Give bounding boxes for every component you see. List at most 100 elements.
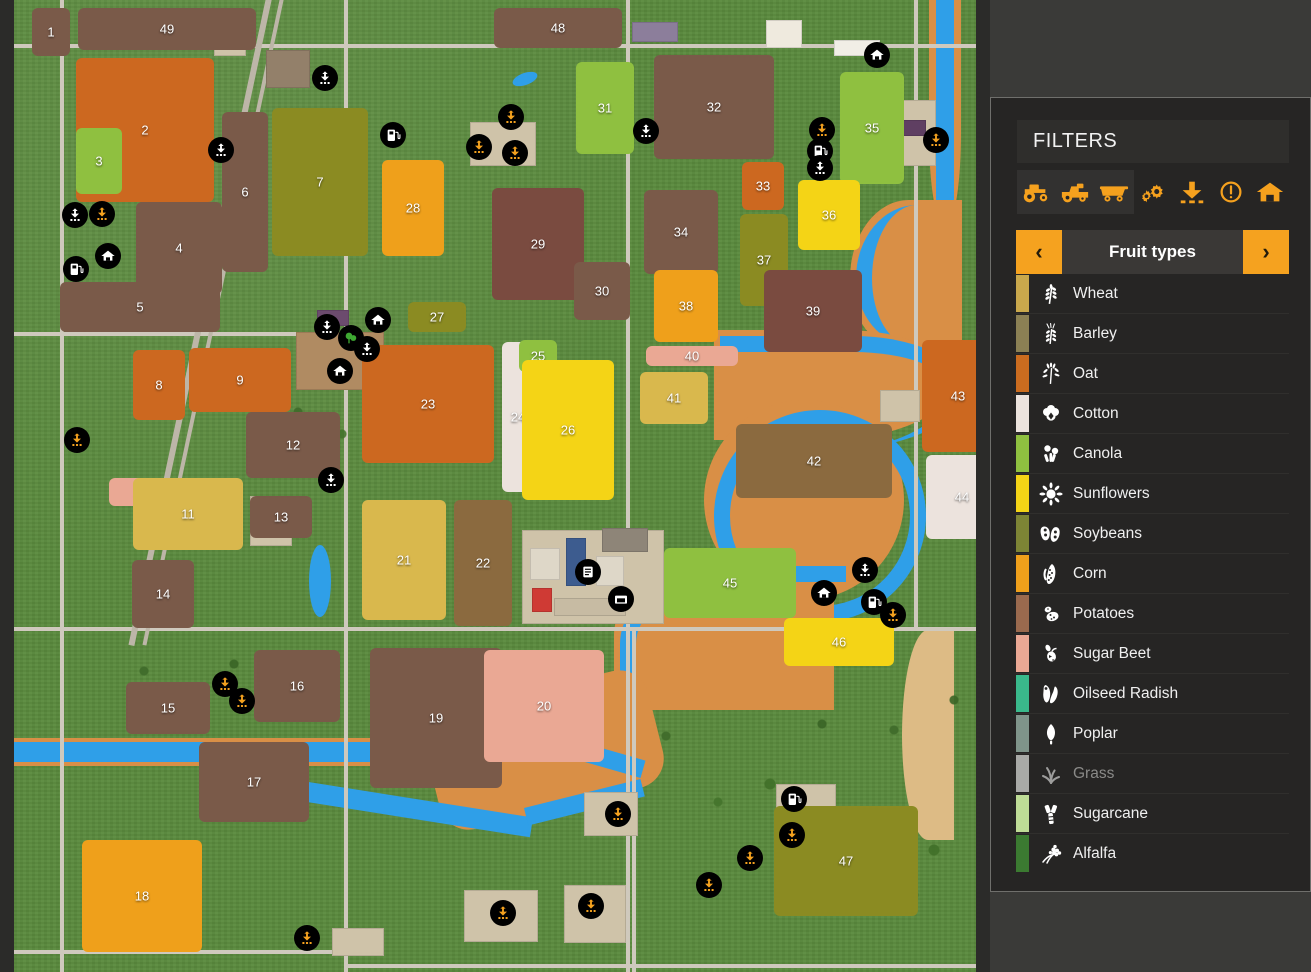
map-field[interactable]: 11 xyxy=(133,478,243,550)
legend-row[interactable]: Oat xyxy=(1016,353,1289,393)
map-field[interactable]: 42 xyxy=(736,424,892,498)
map-field[interactable]: 28 xyxy=(382,160,444,256)
map-field[interactable]: 15 xyxy=(126,682,210,734)
map-marker-garage-icon[interactable] xyxy=(608,586,634,612)
map-field[interactable]: 16 xyxy=(254,650,340,722)
map-marker-shop-icon[interactable] xyxy=(466,134,492,160)
prev-category-button[interactable]: ‹ xyxy=(1016,230,1062,274)
map-marker-home-icon[interactable] xyxy=(365,307,391,333)
map-field[interactable]: 26 xyxy=(522,360,614,500)
map-field[interactable]: 18 xyxy=(82,840,202,952)
map-field[interactable]: 29 xyxy=(492,188,584,300)
map-viewport[interactable]: 1494823456789121011131415161718192021222… xyxy=(0,0,990,972)
map-marker-fuel-icon[interactable] xyxy=(380,122,406,148)
map-marker-shop-icon[interactable] xyxy=(605,801,631,827)
map-field[interactable]: 9 xyxy=(189,348,291,412)
map-marker-silo-icon[interactable] xyxy=(318,467,344,493)
map-marker-silo-icon[interactable] xyxy=(807,155,833,181)
map-field[interactable]: 33 xyxy=(742,162,784,210)
map-field[interactable]: 20 xyxy=(484,650,604,762)
tools-filter-icon[interactable] xyxy=(1134,170,1173,214)
map-marker-fuel-icon[interactable] xyxy=(781,786,807,812)
next-category-button[interactable]: › xyxy=(1243,230,1289,274)
map-marker-shop-icon[interactable] xyxy=(737,845,763,871)
trailer-filter-icon[interactable] xyxy=(1094,170,1134,214)
map-field[interactable]: 7 xyxy=(272,108,368,256)
legend-row[interactable]: Alfalfa xyxy=(1016,833,1289,873)
map-field[interactable]: 46 xyxy=(784,618,894,666)
legend-row[interactable]: Barley xyxy=(1016,313,1289,353)
map-field[interactable]: 49 xyxy=(78,8,256,50)
map-marker-fuel-icon[interactable] xyxy=(63,256,89,282)
map-marker-shop-icon[interactable] xyxy=(294,925,320,951)
map-field[interactable]: 5 xyxy=(60,282,220,332)
map-field[interactable]: 8 xyxy=(133,350,185,420)
map-field[interactable]: 1 xyxy=(32,8,70,56)
map-marker-shop-icon[interactable] xyxy=(229,688,255,714)
map-field[interactable]: 41 xyxy=(640,372,708,424)
map-field[interactable]: 6 xyxy=(222,112,268,272)
map-field[interactable]: 34 xyxy=(644,190,718,274)
map-field[interactable]: 21 xyxy=(362,500,446,620)
map-field[interactable]: 13 xyxy=(250,496,312,538)
map-field[interactable]: 40 xyxy=(646,346,738,366)
map-marker-shop-icon[interactable] xyxy=(490,900,516,926)
legend-row[interactable]: Soybeans xyxy=(1016,513,1289,553)
map-marker-shop-icon[interactable] xyxy=(498,104,524,130)
map-marker-shop-icon[interactable] xyxy=(89,201,115,227)
map-field[interactable]: 4 xyxy=(136,202,222,294)
map-marker-silo-icon[interactable] xyxy=(312,65,338,91)
map-marker-home-icon[interactable] xyxy=(811,580,837,606)
map-marker-silo-icon[interactable] xyxy=(354,336,380,362)
map-field[interactable]: 48 xyxy=(494,8,622,48)
map-marker-silo-icon[interactable] xyxy=(852,557,878,583)
map-field[interactable]: 44 xyxy=(926,455,976,539)
buildings-filter-icon[interactable] xyxy=(1250,170,1289,214)
map-field[interactable]: 43 xyxy=(922,340,976,452)
map-marker-home-icon[interactable] xyxy=(864,42,890,68)
unload-filter-icon[interactable] xyxy=(1172,170,1211,214)
legend-row[interactable]: Cotton xyxy=(1016,393,1289,433)
harvester-filter-icon[interactable] xyxy=(1055,170,1095,214)
legend-row[interactable]: Wheat xyxy=(1016,274,1289,313)
map-marker-home-icon[interactable] xyxy=(95,243,121,269)
legend-row[interactable]: Oilseed Radish xyxy=(1016,673,1289,713)
map-field[interactable]: 35 xyxy=(840,72,904,184)
map-field[interactable]: 31 xyxy=(576,62,634,154)
legend-row[interactable]: Potatoes xyxy=(1016,593,1289,633)
map-marker-shop-icon[interactable] xyxy=(64,427,90,453)
legend-row[interactable]: Sugarcane xyxy=(1016,793,1289,833)
map-field[interactable]: 36 xyxy=(798,180,860,250)
map-field[interactable]: 30 xyxy=(574,262,630,320)
map-marker-silo-icon[interactable] xyxy=(633,118,659,144)
map-marker-home-icon[interactable] xyxy=(327,358,353,384)
map-field[interactable]: 38 xyxy=(654,270,718,342)
legend-row[interactable]: Poplar xyxy=(1016,713,1289,753)
map-field[interactable]: 22 xyxy=(454,500,512,626)
filter-icon-row[interactable] xyxy=(1017,170,1289,214)
legend-row[interactable]: Sunflowers xyxy=(1016,473,1289,513)
map-field[interactable]: 27 xyxy=(408,302,466,332)
map-marker-shop-icon[interactable] xyxy=(696,872,722,898)
map-marker-silo-icon[interactable] xyxy=(314,314,340,340)
map-marker-shop-icon[interactable] xyxy=(578,893,604,919)
map-marker-shop-icon[interactable] xyxy=(779,822,805,848)
map-field[interactable]: 23 xyxy=(362,345,494,463)
legend-row[interactable]: Corn xyxy=(1016,553,1289,593)
legend-row[interactable]: Canola xyxy=(1016,433,1289,473)
legend-row[interactable]: Sugar Beet xyxy=(1016,633,1289,673)
map-canvas[interactable]: 1494823456789121011131415161718192021222… xyxy=(14,0,976,972)
map-field[interactable]: 45 xyxy=(664,548,796,618)
tractor-filter-icon[interactable] xyxy=(1017,170,1056,214)
map-marker-shop-icon[interactable] xyxy=(923,127,949,153)
map-field[interactable]: 17 xyxy=(199,742,309,822)
map-field[interactable]: 14 xyxy=(132,560,194,628)
map-marker-silo-icon[interactable] xyxy=(208,137,234,163)
map-field[interactable]: 39 xyxy=(764,270,862,352)
map-marker-shop-icon[interactable] xyxy=(880,602,906,628)
map-field[interactable]: 32 xyxy=(654,55,774,159)
category-selector[interactable]: ‹ Fruit types › xyxy=(1016,230,1289,274)
map-marker-shop-icon[interactable] xyxy=(502,140,528,166)
warning-filter-icon[interactable] xyxy=(1211,170,1250,214)
map-field[interactable]: 19 xyxy=(370,648,502,788)
